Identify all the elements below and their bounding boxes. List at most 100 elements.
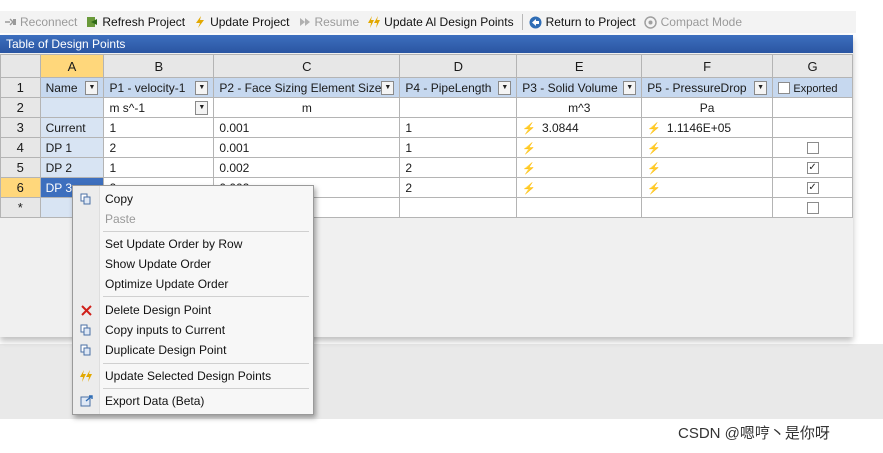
- p1-cell[interactable]: 1: [103, 117, 215, 138]
- name-cell[interactable]: DP 2: [39, 157, 105, 178]
- name-header-cell[interactable]: Name ▼: [39, 77, 105, 98]
- exported-cell: [772, 137, 853, 158]
- p2-cell[interactable]: 0.002: [213, 157, 401, 178]
- exported-checkbox[interactable]: [806, 182, 819, 195]
- return-arrow-icon: [529, 15, 543, 29]
- table-row: 5 DP 2 1 0.002 2 ⚡ ⚡: [0, 157, 853, 178]
- column-header-f[interactable]: F: [641, 54, 774, 78]
- p3-cell: ⚡: [516, 177, 643, 198]
- menu-separator: [103, 388, 309, 389]
- row-header-6[interactable]: 6: [0, 177, 41, 198]
- row-header-1[interactable]: 1: [0, 77, 41, 98]
- return-to-project-button[interactable]: Return to Project: [526, 11, 641, 33]
- refresh-project-button[interactable]: Refresh Project: [82, 11, 190, 33]
- column-header-c[interactable]: C: [213, 54, 401, 78]
- column-header-row: A B C D E F G: [0, 54, 853, 78]
- chevron-down-icon[interactable]: ▼: [623, 80, 637, 95]
- menu-separator: [103, 231, 309, 232]
- p4-unit-cell: [399, 97, 518, 118]
- p3-cell: ⚡ 3.0844: [516, 117, 643, 138]
- exported-checkbox[interactable]: [806, 142, 819, 155]
- row-header-3[interactable]: 3: [0, 117, 41, 138]
- p4-cell[interactable]: 1: [399, 137, 518, 158]
- chevron-down-icon[interactable]: ▼: [498, 80, 512, 95]
- menu-item-show-update-order[interactable]: Show Update Order: [73, 254, 313, 274]
- exported-checkbox[interactable]: [806, 202, 819, 215]
- menu-item-paste[interactable]: Paste: [73, 209, 313, 229]
- p5-cell: ⚡ 1.1146E+05: [641, 117, 774, 138]
- p4-cell[interactable]: 1: [399, 117, 518, 138]
- p1-cell[interactable]: 2: [103, 137, 215, 158]
- exported-checkbox[interactable]: [806, 162, 819, 175]
- p4-cell[interactable]: 2: [399, 157, 518, 178]
- column-header-b[interactable]: B: [103, 54, 215, 78]
- reconnect-icon: [3, 15, 17, 29]
- name-cell[interactable]: Current: [39, 117, 105, 138]
- column-header-g[interactable]: G: [772, 54, 853, 78]
- name-cell[interactable]: DP 1: [39, 137, 105, 158]
- row-header-5[interactable]: 5: [0, 157, 41, 178]
- row-header-2[interactable]: 2: [0, 97, 41, 118]
- compact-mode-icon: [644, 15, 658, 29]
- column-header-a[interactable]: A: [39, 54, 105, 78]
- update-all-design-points-button[interactable]: Update Al Design Points: [364, 11, 518, 33]
- p3-cell: [516, 197, 643, 218]
- chevron-down-icon[interactable]: ▼: [381, 80, 395, 95]
- parameter-name-row: 1 Name ▼ P1 - velocity-1 ▼ P2 - Face Sizin…: [0, 77, 853, 98]
- copy-icon: [73, 193, 99, 205]
- column-header-e[interactable]: E: [516, 54, 643, 78]
- lightning-icon: ⚡: [522, 122, 536, 135]
- p4-cell[interactable]: 2: [399, 177, 518, 198]
- lightning-icon: ⚡: [647, 182, 661, 195]
- menu-item-delete-design-point[interactable]: Delete Design Point: [73, 300, 313, 320]
- chevron-down-icon[interactable]: ▼: [85, 80, 99, 95]
- row-header-new[interactable]: *: [0, 197, 41, 218]
- p1-header-cell[interactable]: P1 - velocity-1 ▼: [103, 77, 215, 98]
- chevron-down-icon[interactable]: ▼: [195, 80, 209, 95]
- p3-cell: ⚡: [516, 157, 643, 178]
- p3-header-cell[interactable]: P3 - Solid Volume ▼: [516, 77, 643, 98]
- p2-cell[interactable]: 0.001: [213, 117, 401, 138]
- compact-mode-button[interactable]: Compact Mode: [641, 11, 747, 33]
- menu-item-copy[interactable]: Copy: [73, 189, 313, 209]
- watermark: CSDN @嗯哼丶是你呀: [678, 425, 830, 442]
- p1-cell[interactable]: 1: [103, 157, 215, 178]
- duplicate-icon: [73, 344, 99, 356]
- lightning-icon: ⚡: [647, 162, 661, 175]
- p4-header-cell[interactable]: P4 - PipeLength ▼: [399, 77, 518, 98]
- menu-item-duplicate-design-point[interactable]: Duplicate Design Point: [73, 340, 313, 360]
- resume-button[interactable]: Resume: [294, 11, 364, 33]
- menu-item-set-update-order[interactable]: Set Update Order by Row: [73, 234, 313, 254]
- double-lightning-icon: [367, 15, 381, 29]
- corner-cell[interactable]: [0, 54, 41, 78]
- p2-header-cell[interactable]: P2 - Face Sizing Element Size ▼: [213, 77, 401, 98]
- toolbar-separator: [521, 14, 523, 30]
- p5-cell: ⚡: [641, 137, 774, 158]
- p4-cell[interactable]: [399, 197, 518, 218]
- exported-cell: [772, 197, 853, 218]
- menu-item-optimize-update-order[interactable]: Optimize Update Order: [73, 274, 313, 294]
- chevron-down-icon[interactable]: ▼: [754, 80, 768, 95]
- p5-cell: ⚡: [641, 157, 774, 178]
- lightning-icon: ⚡: [647, 142, 661, 155]
- chevron-down-icon[interactable]: ▼: [195, 100, 209, 115]
- lightning-icon: ⚡: [647, 122, 661, 135]
- p2-cell[interactable]: 0.001: [213, 137, 401, 158]
- menu-item-copy-inputs[interactable]: Copy inputs to Current: [73, 320, 313, 340]
- update-project-button[interactable]: Update Project: [190, 11, 294, 33]
- menu-item-export-data[interactable]: Export Data (Beta): [73, 391, 313, 411]
- reconnect-button[interactable]: Reconnect: [0, 11, 82, 33]
- context-menu: Copy Paste Set Update Order by Row Show …: [72, 185, 314, 415]
- double-lightning-icon: [73, 370, 99, 382]
- column-header-d[interactable]: D: [399, 54, 518, 78]
- exported-header-cell[interactable]: Exported: [772, 77, 853, 98]
- table-row: 4 DP 1 2 0.001 1 ⚡ ⚡: [0, 137, 853, 158]
- p1-unit-cell[interactable]: m s^-1 ▼: [103, 97, 215, 118]
- exported-all-checkbox[interactable]: [778, 82, 791, 95]
- menu-item-update-selected[interactable]: Update Selected Design Points: [73, 366, 313, 386]
- p2-unit-cell[interactable]: m: [213, 97, 401, 118]
- p5-header-cell[interactable]: P5 - PressureDrop ▼: [641, 77, 774, 98]
- panel-title: Table of Design Points: [0, 35, 853, 53]
- row-header-4[interactable]: 4: [0, 137, 41, 158]
- p5-cell: [641, 197, 774, 218]
